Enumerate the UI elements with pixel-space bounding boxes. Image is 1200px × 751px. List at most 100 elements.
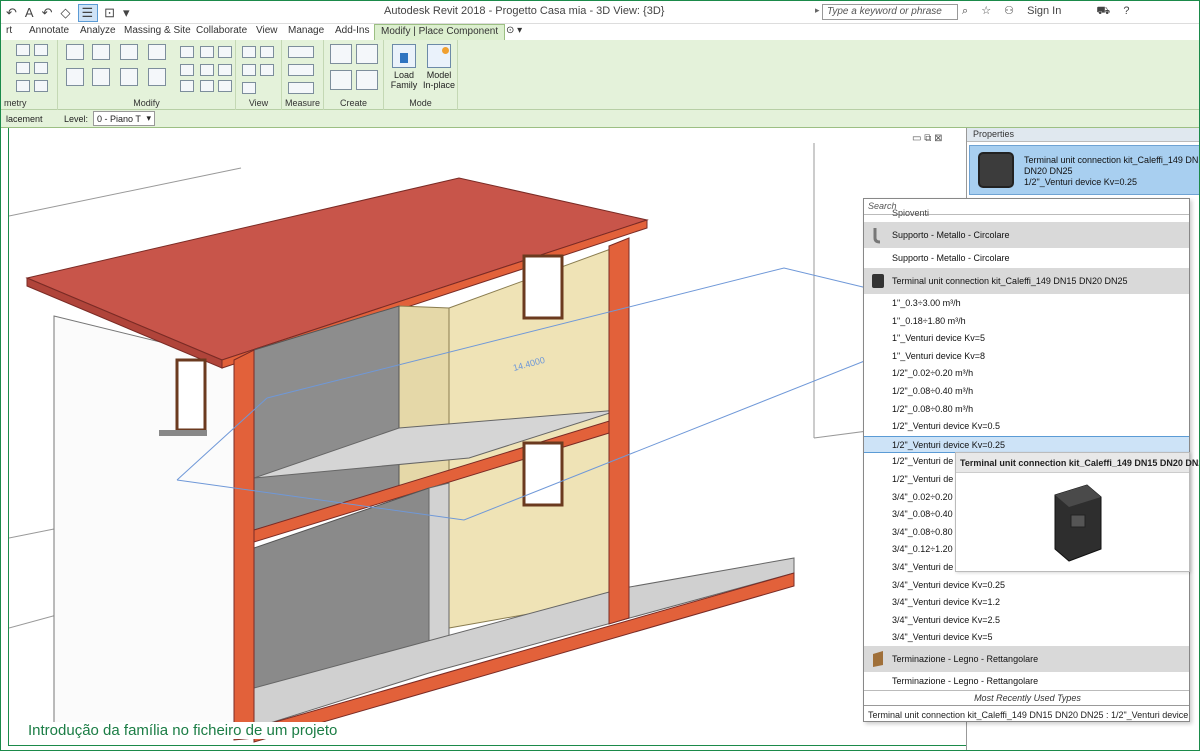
list-item[interactable]: 3/4"_Venturi device Kv=0.25 xyxy=(864,577,1189,594)
tab-view[interactable]: View xyxy=(256,25,278,36)
hide-icon[interactable] xyxy=(242,82,256,94)
list-item[interactable]: 1"_Venturi device Kv=8 xyxy=(864,348,1189,365)
group-header-terminal[interactable]: Terminal unit connection kit_Caleffi_149… xyxy=(864,268,1189,294)
scale-icon[interactable] xyxy=(200,64,214,76)
linework-icon[interactable] xyxy=(242,64,256,76)
split-face-icon[interactable] xyxy=(34,62,48,74)
load-family-icon xyxy=(392,44,416,68)
unpin-icon[interactable] xyxy=(218,64,232,76)
tab-massing-site[interactable]: Massing & Site xyxy=(124,25,191,36)
list-item[interactable]: Terminazione - Legno - Rettangolare xyxy=(864,673,1189,690)
split-gap-icon[interactable] xyxy=(200,46,214,58)
list-item[interactable]: Supporto - Metallo - Circolare xyxy=(864,250,1189,267)
tab-modify-place-component[interactable]: Modify | Place Component xyxy=(374,24,506,40)
list-item-selected[interactable]: 1/2"_Venturi device Kv=0.25 xyxy=(864,435,1189,453)
pin-icon[interactable] xyxy=(218,46,232,58)
mirror-draw-axis-icon[interactable] xyxy=(148,44,166,60)
model-inplace-button[interactable]: Model In-place xyxy=(422,44,456,90)
current-type-field[interactable]: Terminal unit connection kit_Caleffi_149… xyxy=(864,705,1189,721)
view-dropdown-icon[interactable] xyxy=(260,46,274,58)
tab-collaborate[interactable]: Collaborate xyxy=(196,25,247,36)
move-icon[interactable] xyxy=(66,68,84,86)
offset-icon[interactable] xyxy=(92,44,110,60)
group-header-terminazione[interactable]: Terminazione - Legno - Rettangolare xyxy=(864,646,1189,672)
type-selector[interactable]: Terminal unit connection kit_Caleffi_149… xyxy=(969,145,1200,195)
list-item[interactable]: 1"_0.18÷1.80 m³/h xyxy=(864,313,1189,330)
create-panel: Create xyxy=(324,40,384,110)
tab-contextual-menu[interactable]: ⊙ ▾ xyxy=(506,25,522,36)
measure-icon[interactable] xyxy=(288,46,314,58)
sign-in-link[interactable]: Sign In xyxy=(1027,5,1061,17)
create-assembly-icon[interactable] xyxy=(330,44,352,64)
chevron-right-icon[interactable]: ▸ xyxy=(815,5,820,16)
dimension-icon[interactable] xyxy=(288,64,314,76)
redo-icon[interactable]: ↶ xyxy=(42,5,55,21)
undo-icon[interactable]: ↶ xyxy=(6,5,19,21)
list-item[interactable]: 1"_0.3÷3.00 m³/h xyxy=(864,295,1189,312)
star-icon[interactable]: ☆ xyxy=(981,5,991,17)
list-item[interactable]: 1/2"_0.08÷0.80 m³/h xyxy=(864,401,1189,418)
customize-toolbar-icon[interactable]: ▾ xyxy=(123,5,132,21)
copy-icon[interactable] xyxy=(92,68,110,86)
level-select[interactable]: 0 - Piano T ▾ xyxy=(93,111,155,126)
create-group-icon[interactable] xyxy=(330,70,352,90)
tab-analyze[interactable]: Analyze xyxy=(80,25,116,36)
list-item[interactable]: 3/4"_Venturi device Kv=2.5 xyxy=(864,612,1189,629)
ribbon: metry Modify View Measure Create Load Fa… xyxy=(0,40,1200,110)
sync-icon[interactable]: ◇ xyxy=(60,5,72,21)
house-model-drawing: 14.4000 xyxy=(9,143,966,743)
demolish-icon[interactable] xyxy=(34,80,48,92)
align-icon[interactable] xyxy=(66,44,84,60)
array-icon[interactable] xyxy=(180,64,194,76)
tab-annotate[interactable]: Annotate xyxy=(29,25,69,36)
trim-extend-icon[interactable] xyxy=(148,68,166,86)
override-graphics-icon[interactable] xyxy=(242,46,256,58)
text-icon[interactable]: A xyxy=(25,5,36,20)
list-item[interactable]: 1/2"_0.08÷0.40 m³/h xyxy=(864,383,1189,400)
help-button[interactable]: ? xyxy=(1123,5,1129,17)
filter-icon[interactable] xyxy=(260,64,274,76)
thin-lines-icon[interactable]: ☰ xyxy=(78,4,99,22)
group-label: Terminazione - Legno - Rettangolare xyxy=(892,654,1039,664)
split-element-icon[interactable] xyxy=(180,46,194,58)
delete-icon[interactable] xyxy=(218,80,232,92)
view-panel: View xyxy=(236,40,282,110)
level-select-value: 0 - Piano T xyxy=(97,114,141,124)
list-item[interactable]: 1/2"_Venturi device Kv=0.5 xyxy=(864,418,1189,435)
list-item[interactable]: 1/2"_0.02÷0.20 m³/h xyxy=(864,365,1189,382)
view-window-controls[interactable]: ▭ ⧉ ⊠ xyxy=(912,133,943,144)
mode-panel: Load Family Model In-place Mode xyxy=(384,40,458,110)
type-name-line1: Terminal unit connection kit_Caleffi_149… xyxy=(1024,155,1199,165)
list-item-partial[interactable]: Spioventi xyxy=(892,208,929,218)
help-search-input[interactable]: Type a keyword or phrase xyxy=(822,4,958,20)
aligned-dimension-icon[interactable] xyxy=(288,82,314,94)
tab-add-ins[interactable]: Add-Ins xyxy=(335,25,369,36)
measure-panel-label: Measure xyxy=(284,98,320,108)
list-item[interactable]: 1"_Venturi device Kv=5 xyxy=(864,330,1189,347)
tooltip-title: Terminal unit connection kit_Caleffi_149… xyxy=(956,453,1200,473)
list-item[interactable]: 3/4"_Venturi device Kv=5 xyxy=(864,629,1189,646)
load-family-button[interactable]: Load Family xyxy=(387,44,421,90)
tab-architecture[interactable]: rt xyxy=(6,25,12,36)
paint-icon[interactable] xyxy=(16,80,30,92)
cart-icon[interactable]: ⛟ xyxy=(1096,5,1110,17)
create-similar-icon[interactable] xyxy=(356,70,378,90)
create-parts-icon[interactable] xyxy=(356,44,378,64)
join-icon[interactable] xyxy=(16,62,30,74)
close-views-icon[interactable]: ⊡ xyxy=(104,5,117,21)
geometry-panel-label: metry xyxy=(4,98,27,108)
quick-access-toolbar: ↶ A ↶ ◇ ☰ ⊡ ▾ xyxy=(6,4,138,22)
tab-manage[interactable]: Manage xyxy=(288,25,324,36)
list-item[interactable]: 3/4"_Venturi device Kv=1.2 xyxy=(864,594,1189,611)
cope-icon[interactable] xyxy=(16,44,30,56)
user-icon[interactable]: ⚇ xyxy=(1004,5,1014,17)
rotate-icon[interactable] xyxy=(120,68,138,86)
trim-single-icon[interactable] xyxy=(180,80,194,92)
3d-viewport[interactable]: 14.4000 ▭ ⧉ ⊠ Introdução da família no f… xyxy=(8,128,966,746)
group-header-supporto[interactable]: Supporto - Metallo - Circolare xyxy=(864,222,1189,248)
cut-icon[interactable] xyxy=(34,44,48,56)
mirror-pick-axis-icon[interactable] xyxy=(120,44,138,60)
ribbon-tabs: rt Annotate Analyze Massing & Site Colla… xyxy=(0,24,1200,40)
binoculars-icon[interactable]: ⌕ xyxy=(962,5,968,17)
trim-multiple-icon[interactable] xyxy=(200,80,214,92)
